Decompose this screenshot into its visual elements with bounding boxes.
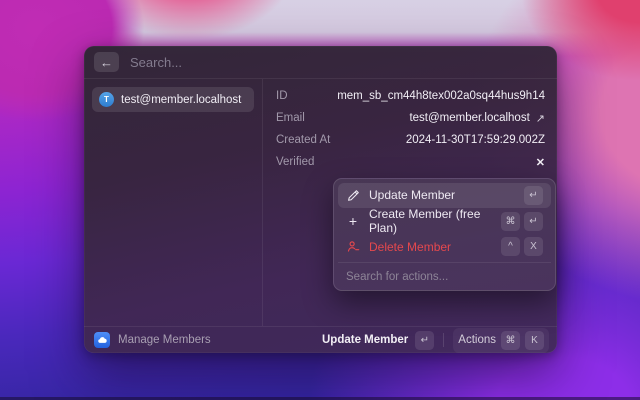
footer-divider — [443, 333, 445, 347]
k-keycap: K — [525, 330, 544, 350]
member-list-item-label: test@member.localhost — [121, 93, 242, 106]
menu-item-label: Update Member — [369, 188, 456, 203]
menu-item-update-member[interactable]: Update Member ↵ — [338, 183, 551, 208]
return-keycap: ↵ — [415, 330, 435, 350]
actions-menu: Update Member ↵ + Create Member (free Pl… — [333, 178, 556, 291]
command-palette-window: ← Search... T test@member.localhost ID m… — [84, 46, 557, 353]
member-delete-icon — [346, 240, 360, 253]
window-body: T test@member.localhost ID mem_sb_cm44h8… — [84, 79, 557, 326]
external-link-icon: ↗ — [535, 112, 545, 125]
email-value: test@member.localhost — [409, 112, 530, 124]
member-list-item[interactable]: T test@member.localhost — [92, 87, 254, 112]
primary-action-button[interactable]: Update Member — [322, 334, 408, 346]
back-button[interactable]: ← — [94, 52, 119, 72]
command-keycap: ⌘ — [501, 330, 520, 350]
not-verified-x-icon: ✕ — [535, 156, 545, 169]
app-name-label: Manage Members — [118, 334, 211, 346]
detail-row-id: ID mem_sb_cm44h8tex002a0sq44hus9h14 — [276, 85, 545, 107]
actions-button-label: Actions — [458, 334, 496, 346]
search-bar: ← Search... — [84, 46, 557, 79]
x-keycap: X — [524, 237, 543, 257]
detail-row-created-at: Created At 2024-11-30T17:59:29.002Z — [276, 129, 545, 151]
pencil-icon — [346, 189, 360, 202]
search-input[interactable]: Search... — [130, 55, 182, 70]
menu-item-create-member[interactable]: + Create Member (free Plan) ⌘ ↵ — [338, 207, 551, 235]
menu-item-delete-member[interactable]: Delete Member ^ X — [338, 235, 551, 260]
actions-button[interactable]: Actions ⌘ K — [453, 327, 549, 353]
return-keycap: ↵ — [524, 211, 543, 231]
footer-actions: Update Member ↵ Actions ⌘ K — [322, 327, 549, 353]
plus-icon: + — [348, 213, 358, 229]
detail-value-id: mem_sb_cm44h8tex002a0sq44hus9h14 — [337, 90, 545, 102]
command-keycap: ⌘ — [501, 211, 520, 231]
detail-row-verified: Verified ✕ — [276, 151, 545, 173]
app-logo-icon — [94, 332, 110, 348]
control-keycap: ^ — [501, 237, 520, 257]
menu-item-label: Delete Member — [369, 239, 452, 254]
email-link[interactable]: test@member.localhost ↗ — [409, 112, 545, 125]
member-avatar: T — [99, 92, 114, 107]
detail-value-created-at: 2024-11-30T17:59:29.002Z — [405, 134, 545, 146]
status-bar: Manage Members Update Member ↵ Actions ⌘… — [84, 326, 557, 353]
menu-item-label: Create Member (free Plan) — [369, 207, 481, 235]
actions-search-input[interactable]: Search for actions... — [338, 262, 551, 290]
back-arrow-icon: ← — [100, 54, 113, 70]
return-keycap: ↵ — [524, 185, 543, 205]
detail-label: Email — [276, 112, 305, 124]
member-list: T test@member.localhost — [84, 79, 263, 326]
detail-label: Created At — [276, 134, 331, 146]
detail-label: Verified — [276, 156, 315, 168]
detail-label: ID — [276, 90, 288, 102]
detail-row-email: Email test@member.localhost ↗ — [276, 107, 545, 129]
